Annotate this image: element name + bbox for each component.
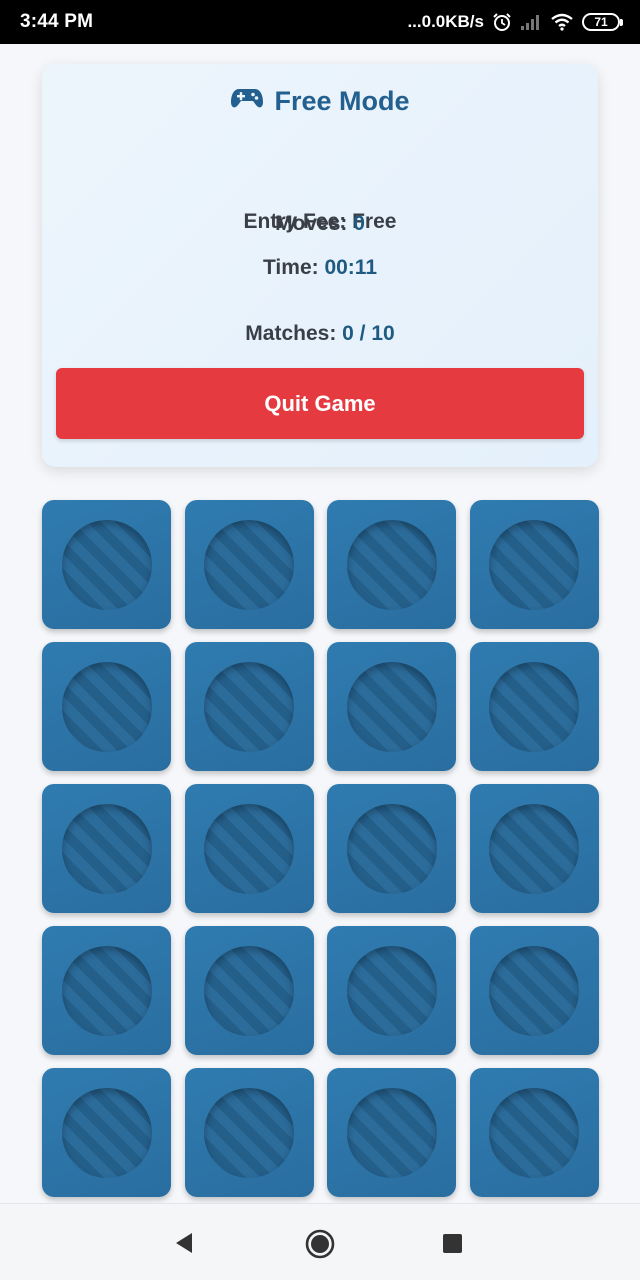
memory-card[interactable]	[42, 1068, 171, 1197]
time-value: 00:11	[324, 256, 378, 279]
mode-title: Free Mode	[42, 86, 598, 117]
back-icon[interactable]	[172, 1228, 196, 1263]
memory-card[interactable]	[184, 642, 314, 771]
memory-card[interactable]	[42, 642, 171, 771]
memory-card[interactable]	[327, 642, 457, 771]
alarm-icon	[492, 12, 512, 32]
moves-counter: Moves: 0	[42, 212, 598, 236]
memory-card[interactable]	[327, 1068, 457, 1197]
recents-icon[interactable]	[441, 1228, 465, 1263]
memory-card[interactable]	[184, 1068, 314, 1197]
card-back-pattern-icon	[489, 519, 580, 610]
memory-card[interactable]	[469, 784, 599, 913]
quit-game-button[interactable]: Quit Game	[56, 368, 584, 439]
card-back-pattern-icon	[346, 803, 437, 894]
time-label: Time:	[262, 256, 325, 279]
gamepad-icon	[230, 86, 264, 117]
card-back-pattern-icon	[61, 519, 152, 610]
card-back-pattern-icon	[489, 661, 580, 752]
memory-card[interactable]	[184, 500, 314, 629]
card-back-pattern-icon	[204, 661, 295, 752]
matches-counter: Matches: 0 / 10	[42, 322, 598, 346]
card-back-pattern-icon	[204, 519, 295, 610]
memory-card[interactable]	[42, 500, 171, 629]
card-back-pattern-icon	[204, 1087, 295, 1178]
card-back-pattern-icon	[489, 803, 580, 894]
card-back-pattern-icon	[346, 1087, 437, 1178]
moves-value: 0	[353, 212, 365, 235]
wifi-icon	[550, 13, 574, 31]
card-back-pattern-icon	[204, 945, 295, 1036]
memory-card[interactable]	[469, 1068, 599, 1197]
game-info-card: Free Mode Entry Fee: Free Moves: 0 Time:…	[42, 64, 598, 467]
memory-card[interactable]	[469, 500, 599, 629]
battery-icon: 71	[582, 13, 623, 31]
timer: Time: 00:11	[42, 256, 598, 280]
card-back-pattern-icon	[346, 519, 437, 610]
card-back-pattern-icon	[204, 803, 295, 894]
memory-card[interactable]	[42, 926, 171, 1055]
moves-label: Moves:	[275, 212, 354, 235]
card-back-pattern-icon	[346, 661, 437, 752]
card-back-pattern-icon	[61, 1087, 152, 1178]
network-speed: ...0.0KB/s	[407, 12, 484, 31]
memory-card[interactable]	[469, 926, 599, 1055]
memory-card[interactable]	[327, 500, 457, 629]
status-bar: 3:44 PM ...0.0KB/s 71	[0, 0, 640, 44]
matches-label: Matches:	[245, 322, 343, 345]
card-grid	[42, 500, 599, 1197]
card-back-pattern-icon	[489, 1087, 580, 1178]
card-back-pattern-icon	[61, 661, 152, 752]
memory-card[interactable]	[469, 642, 599, 771]
navigation-bar	[0, 1203, 640, 1280]
card-back-pattern-icon	[346, 945, 437, 1036]
mode-title-text: Free Mode	[274, 86, 410, 116]
signal-icon	[520, 13, 542, 31]
matches-value: 0 / 10	[342, 322, 395, 345]
card-back-pattern-icon	[61, 803, 152, 894]
card-back-pattern-icon	[61, 945, 152, 1036]
home-icon[interactable]	[304, 1228, 336, 1265]
memory-card[interactable]	[42, 784, 171, 913]
memory-card[interactable]	[184, 784, 314, 913]
memory-card[interactable]	[327, 784, 457, 913]
status-icons: ...0.0KB/s 71	[407, 12, 623, 32]
status-time: 3:44 PM	[20, 11, 94, 32]
memory-card[interactable]	[184, 926, 314, 1055]
memory-card[interactable]	[327, 926, 457, 1055]
card-back-pattern-icon	[489, 945, 580, 1036]
